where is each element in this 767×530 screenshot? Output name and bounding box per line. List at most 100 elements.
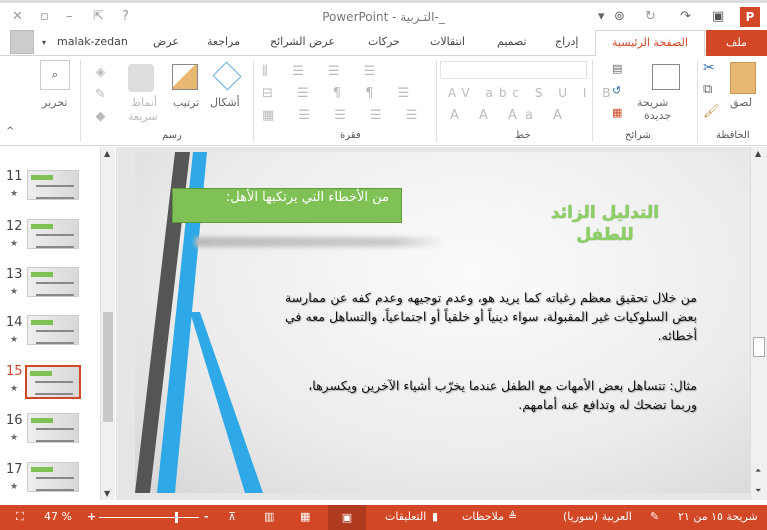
- thumbnail-number: 15: [6, 364, 23, 379]
- animation-star-icon: ★: [10, 335, 19, 345]
- thumbnail-list: 11 ★ 12 ★ 13 ★ 14 ★ 15 ★ 16 ★ 17 ★: [0, 147, 100, 500]
- thumbnail-number: 16: [6, 413, 23, 428]
- tab-design[interactable]: تصميم: [497, 35, 527, 48]
- paste-button[interactable]: لصق: [730, 96, 752, 109]
- zoom-slider[interactable]: [99, 517, 199, 518]
- tab-file[interactable]: ملف: [706, 30, 767, 56]
- tab-home[interactable]: الصفحة الرئيسية: [595, 30, 705, 57]
- collapse-ribbon-icon[interactable]: ^: [6, 126, 14, 137]
- slide-sorter-icon[interactable]: ▦: [300, 510, 310, 523]
- tab-insert[interactable]: إدراج: [555, 35, 578, 48]
- group-label-drawing: رسم: [162, 130, 182, 141]
- next-slide-icon[interactable]: ⏷: [755, 486, 761, 496]
- slide-thumbnail[interactable]: [27, 413, 79, 443]
- scroll-up-icon[interactable]: ▲: [104, 149, 110, 158]
- customize-qat-icon[interactable]: ▾: [598, 9, 605, 24]
- tab-animations[interactable]: حركات: [368, 35, 400, 48]
- zoom-in-icon[interactable]: +: [87, 510, 96, 523]
- group-label-clipboard: الحافظة: [716, 130, 750, 141]
- slide-thumbnail[interactable]: [27, 267, 79, 297]
- thumbnail-number: 13: [6, 267, 23, 282]
- ribbon: لصق ✂ ⧉ 🖌 الحافظة شريحة جديدة ▤ ↺ ▦ شرائ…: [0, 56, 767, 146]
- shapes-icon[interactable]: [212, 61, 242, 91]
- font-name-and-size-select[interactable]: [440, 61, 587, 79]
- find-icon[interactable]: ⌕: [40, 60, 70, 90]
- quick-styles-icon[interactable]: [128, 64, 154, 92]
- direction-buttons[interactable]: ⊟ ☰ ¶ ¶ ☰: [262, 86, 419, 101]
- list-buttons[interactable]: ⫼ ☰ ☰ ☰: [262, 64, 385, 79]
- slide-thumbnails-pane: 11 ★ 12 ★ 13 ★ 14 ★ 15 ★ 16 ★ 17 ★: [0, 147, 100, 500]
- user-name[interactable]: malak-zedan: [57, 35, 128, 48]
- paste-icon[interactable]: [730, 62, 756, 94]
- group-label-font: خط: [515, 130, 531, 141]
- layout-icon[interactable]: ▤: [612, 62, 622, 75]
- comments-button[interactable]: التعليقات: [385, 510, 426, 523]
- slide-thumbnail[interactable]: [27, 462, 79, 492]
- normal-view-icon[interactable]: ▣: [328, 505, 366, 530]
- heading-box[interactable]: من الأخطاء التي يرتكبها الأهل:: [172, 188, 402, 223]
- slide-example[interactable]: مثال: تتساهل بعض الأمهات مع الطفل عندما …: [285, 376, 697, 414]
- section-icon[interactable]: ▦: [612, 106, 622, 119]
- tab-transitions[interactable]: انتقالات: [430, 35, 465, 48]
- scroll-down-icon[interactable]: ▼: [104, 489, 110, 498]
- quick-styles-button[interactable]: أنماط: [131, 96, 157, 109]
- comment-icon: ▮: [432, 510, 439, 523]
- format-painter-icon[interactable]: 🖌: [703, 104, 720, 119]
- title-bar: ✕ ▫ – ⇱ ? PowerPoint - التـربية-_ ▾ ⊚ ↻ …: [0, 0, 767, 30]
- tab-view[interactable]: عرض: [153, 35, 179, 48]
- shapes-button[interactable]: أشكال: [210, 96, 240, 109]
- zoom-level[interactable]: 47 %: [44, 510, 72, 523]
- thumbnails-scrollbar[interactable]: ▲ ▼: [100, 147, 115, 500]
- new-slide-icon[interactable]: [652, 64, 680, 90]
- tab-slideshow[interactable]: عرض الشرائح: [270, 35, 335, 48]
- divider: [592, 60, 593, 142]
- slide-thumbnail[interactable]: [27, 315, 79, 345]
- quick-styles-button-line2[interactable]: سريعة: [128, 110, 158, 123]
- slideshow-view-icon[interactable]: ⊼: [228, 510, 236, 523]
- notes-icon: ≜: [508, 510, 518, 523]
- zoom-slider-thumb[interactable]: [175, 512, 178, 523]
- notes-button[interactable]: ملاحظات: [462, 510, 504, 523]
- redo-icon[interactable]: ↻: [645, 9, 656, 24]
- scrollbar-thumb[interactable]: [753, 337, 765, 357]
- zoom-out-icon[interactable]: -: [204, 510, 209, 523]
- reading-view-icon[interactable]: ▥: [264, 510, 274, 523]
- slide-scrollbar[interactable]: ▲ ⏶ ⏷: [750, 147, 767, 500]
- powerpoint-logo-icon: P: [740, 7, 760, 27]
- tab-review[interactable]: مراجعة: [207, 35, 240, 48]
- copy-icon[interactable]: ⧉: [703, 82, 712, 97]
- scrollbar-thumb[interactable]: [103, 312, 113, 422]
- font-format-buttons[interactable]: AV abc S U I B: [448, 86, 616, 100]
- scroll-up-icon[interactable]: ▲: [755, 149, 761, 158]
- editing-button[interactable]: تحرير: [42, 96, 67, 109]
- animation-star-icon: ★: [10, 189, 19, 199]
- language-indicator[interactable]: العربية (سوريا): [563, 510, 632, 523]
- font-size-buttons[interactable]: A A Aa A: [450, 108, 570, 123]
- slide-thumbnail[interactable]: [27, 170, 79, 200]
- slide-thumbnail-selected[interactable]: [25, 365, 81, 399]
- alignment-buttons[interactable]: ▦ ☰ ☰ ☰ ☰: [262, 108, 427, 123]
- slide-title-line: التدليل الزائد: [550, 203, 660, 223]
- group-label-slides: شرائح: [625, 130, 651, 141]
- save-icon[interactable]: ▣: [712, 9, 724, 24]
- cut-icon[interactable]: ✂: [703, 60, 715, 76]
- new-slide-button-line2[interactable]: جديدة: [644, 109, 671, 122]
- undo-icon[interactable]: ↷: [680, 9, 691, 24]
- arrange-button[interactable]: ترتيب: [173, 96, 199, 109]
- status-bar: ⛶ 47 % + - ⊼ ▥ ▦ ▣ التعليقات ▮ ملاحظات ≜…: [0, 505, 767, 530]
- thumbnail-number: 14: [6, 315, 23, 330]
- spell-check-icon[interactable]: ✎: [650, 510, 659, 523]
- slide-title[interactable]: التدليل الزائد للطفل: [530, 202, 680, 246]
- arrange-icon[interactable]: [172, 64, 198, 90]
- slide-thumbnail[interactable]: [27, 219, 79, 249]
- fit-to-window-icon[interactable]: ⛶: [16, 510, 24, 524]
- avatar[interactable]: [10, 30, 34, 54]
- shape-fill-outline-effects-icons[interactable]: ◈ ✎ ◆: [95, 62, 106, 128]
- thumbnail-number: 12: [6, 219, 23, 234]
- animation-star-icon: ★: [10, 433, 19, 443]
- new-slide-button[interactable]: شريحة: [637, 96, 668, 109]
- account-dropdown-icon[interactable]: ▾: [42, 38, 46, 47]
- presenter-icon[interactable]: ⊚: [614, 9, 625, 24]
- previous-slide-icon[interactable]: ⏶: [755, 466, 761, 476]
- slide-paragraph[interactable]: من خلال تحقيق معظم رغباته كما يريد هو، و…: [285, 288, 697, 345]
